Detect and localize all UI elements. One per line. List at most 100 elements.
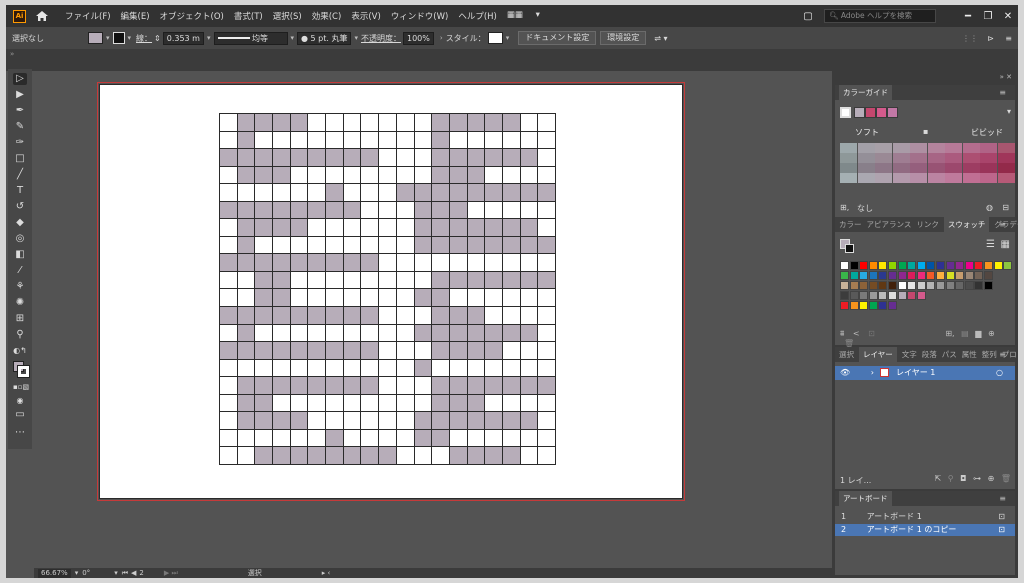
grid-cell[interactable] [485,324,503,343]
grid-cell[interactable] [290,236,309,255]
color-swatch[interactable] [974,281,984,290]
variation-swatch[interactable] [875,173,892,183]
grid-cell[interactable] [502,324,521,343]
layer-target-icon[interactable]: ○ [996,366,1003,380]
menu-file[interactable]: ファイル(F) [65,10,111,22]
grid-cell[interactable] [485,254,503,272]
grid-cell[interactable] [449,166,468,185]
color-swatch[interactable] [916,261,926,270]
grid-cell[interactable] [502,429,521,448]
grid-cell[interactable] [467,166,486,185]
grid-cell[interactable] [237,412,256,430]
new-color-group-icon[interactable]: ▤ [961,329,969,338]
grid-cell[interactable] [379,166,397,185]
grid-cell[interactable] [414,184,433,202]
grid-cell[interactable] [520,394,539,413]
grid-cell[interactable] [467,289,486,308]
grid-cell[interactable] [432,289,450,308]
style-swatch[interactable] [487,32,503,44]
variation-swatch[interactable] [875,153,892,163]
rotation-value[interactable]: 0° [82,569,90,577]
variation-swatch[interactable] [927,153,945,163]
grid-cell[interactable] [255,166,274,185]
grid-cell[interactable] [308,394,327,413]
dock-collapse-icon[interactable]: » ✕ [1000,73,1012,81]
grid-cell[interactable] [326,184,344,202]
preferences-button[interactable]: 環境設定 [600,31,647,45]
first-artboard-icon[interactable]: ⏮ [122,569,128,578]
color-swatch[interactable] [840,271,849,280]
grid-cell[interactable] [520,201,539,220]
tab-align[interactable]: 整列 [982,349,997,360]
grid-cell[interactable] [432,307,450,325]
grid-cell[interactable] [343,324,362,343]
color-swatch[interactable] [945,271,955,280]
grid-cell[interactable] [237,342,256,360]
grid-cell[interactable] [237,254,256,272]
grid-cell[interactable] [237,429,256,448]
tab-color[interactable]: カラー [839,219,862,230]
grid-cell[interactable] [396,342,415,360]
tab-swatches[interactable]: スウォッチ [943,217,990,232]
harmony-swatch[interactable] [840,107,851,118]
rectangle-tool-icon[interactable]: □ [13,153,27,165]
grid-cell[interactable] [432,254,450,272]
grid-cell[interactable] [290,289,309,308]
grid-cell[interactable] [343,271,362,290]
grid-cell[interactable] [326,359,344,378]
grid-cell[interactable] [396,254,415,272]
grid-cell[interactable] [538,131,556,150]
grid-cell[interactable] [485,114,503,132]
grid-cell[interactable] [502,166,521,185]
grid-cell[interactable] [290,377,309,395]
variation-swatch[interactable] [857,143,875,153]
grid-cell[interactable] [361,149,380,167]
puzzle-grid[interactable] [219,113,556,465]
color-swatch[interactable] [878,301,888,310]
grid-cell[interactable] [343,359,362,378]
variation-swatch[interactable] [857,163,875,173]
tab-path[interactable]: パス [942,349,957,360]
grid-cell[interactable] [432,342,450,360]
tab-layers[interactable]: レイヤー [859,347,897,362]
grid-cell[interactable] [485,307,503,325]
grid-cell[interactable] [255,219,274,237]
grid-cell[interactable] [520,447,539,465]
grid-cell[interactable] [485,342,503,360]
grid-cell[interactable] [396,447,415,465]
grid-cell[interactable] [379,219,397,237]
grid-cell[interactable] [449,359,468,378]
color-swatch[interactable] [888,301,897,310]
draw-mode-icon[interactable]: ◉ [13,395,27,407]
opacity-label[interactable]: 不透明度： [361,33,401,44]
grid-cell[interactable] [290,254,309,272]
grid-cell[interactable] [273,289,291,308]
workspace-switcher[interactable]: ▦▦ ▾ [507,10,550,22]
grid-cell[interactable] [467,219,486,237]
grid-cell[interactable] [485,447,503,465]
color-swatch[interactable] [849,261,859,270]
grid-cell[interactable] [449,131,468,150]
symbol-sprayer-tool-icon[interactable]: ✺ [13,297,27,309]
grid-cell[interactable] [485,184,503,202]
grid-cell[interactable] [273,307,291,325]
grid-cell[interactable] [538,184,556,202]
artboard-tool-icon[interactable]: ⊞ [13,313,27,325]
grid-cell[interactable] [273,149,291,167]
stroke-profile[interactable]: 均等 [213,31,288,45]
grid-cell[interactable] [414,254,433,272]
grid-cell[interactable] [326,429,344,448]
grid-cell[interactable] [396,114,415,132]
grid-cell[interactable] [290,412,309,430]
status-arrows-icon[interactable]: ▸ ‹ [322,569,331,577]
grid-cell[interactable] [538,447,556,465]
grid-cell[interactable] [237,236,256,255]
variation-swatch[interactable] [910,173,927,183]
grid-cell[interactable] [502,236,521,255]
variation-swatch[interactable] [910,153,927,163]
grid-cell[interactable] [361,184,380,202]
grid-cell[interactable] [308,412,327,430]
chevron-down-icon[interactable]: ▾ [506,34,510,42]
selection-tool-icon[interactable]: ▷ [13,73,27,85]
color-swatch[interactable] [907,281,917,290]
